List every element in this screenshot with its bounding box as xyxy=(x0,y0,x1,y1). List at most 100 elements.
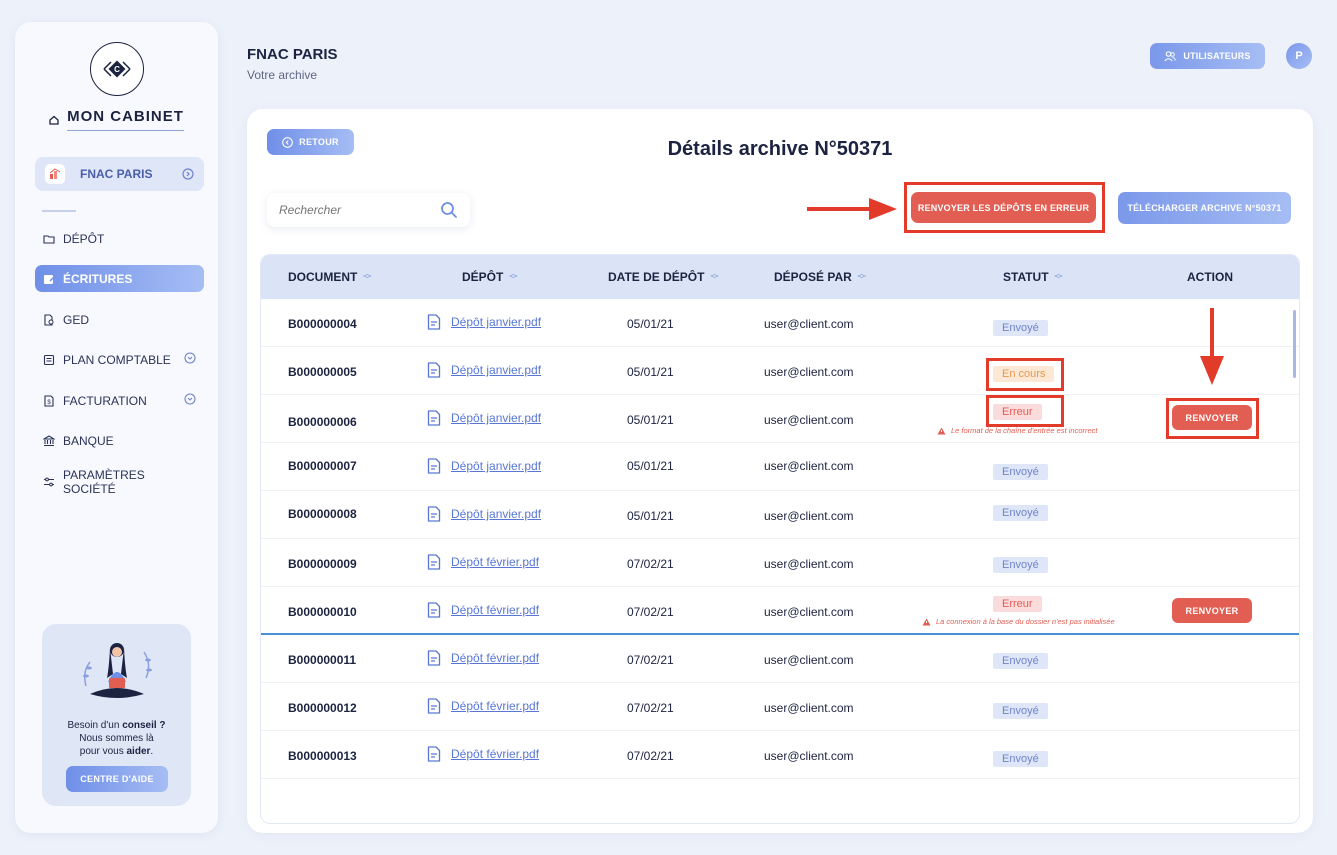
help-text: Besoin d'un conseil ? Nous sommes là pou… xyxy=(42,719,191,758)
table-row[interactable]: B000000009 Dépôt février.pdf 07/02/21 us… xyxy=(261,539,1299,587)
document-search-icon xyxy=(43,313,55,326)
column-date[interactable]: DATE DE DÉPÔT ︿ ﹀ xyxy=(608,255,718,299)
file-cell: Dépôt janvier.pdf xyxy=(427,506,541,522)
status-badge: Envoyé xyxy=(993,751,1048,767)
sort-icon[interactable]: ︿ ﹀ xyxy=(1055,270,1063,284)
document-id: B000000010 xyxy=(288,605,357,619)
search-box[interactable] xyxy=(267,193,470,227)
table-row[interactable]: B000000011 Dépôt février.pdf 07/02/21 us… xyxy=(261,635,1299,683)
sort-icon[interactable]: ︿ ﹀ xyxy=(858,270,866,284)
chevron-down-icon[interactable] xyxy=(184,352,196,367)
users-icon xyxy=(1164,50,1177,61)
download-archive-button[interactable]: TÉLÉCHARGER ARCHIVE N°50371 xyxy=(1118,192,1291,224)
help-line3: pour vous xyxy=(79,746,127,757)
table-row[interactable]: B000000007 Dépôt janvier.pdf 05/01/21 us… xyxy=(261,443,1299,491)
column-document[interactable]: DOCUMENT ︿ ﹀ xyxy=(288,255,371,299)
status-badge: Erreur xyxy=(993,596,1042,612)
sort-icon[interactable]: ︿ ﹀ xyxy=(509,270,517,284)
column-depose-par[interactable]: DÉPOSÉ PAR ︿ ﹀ xyxy=(774,255,866,299)
deposited-by: user@client.com xyxy=(764,509,854,523)
avatar[interactable]: P xyxy=(1286,43,1312,69)
table-row[interactable]: B000000012 Dépôt février.pdf 07/02/21 us… xyxy=(261,683,1299,731)
column-depot[interactable]: DÉPÔT ︿ ﹀ xyxy=(462,255,517,299)
users-button[interactable]: UTILISATEURS xyxy=(1150,43,1265,69)
help-line3-bold: aider xyxy=(126,746,151,757)
help-line1: Besoin d'un xyxy=(67,720,123,731)
nav-item-ecritures[interactable]: ÉCRITURES xyxy=(35,265,204,292)
column-statut[interactable]: STATUT ︿ ﹀ xyxy=(1003,255,1063,299)
sort-icon[interactable]: ︿ ﹀ xyxy=(363,270,371,284)
nav-item-plan-comptable[interactable]: PLAN COMPTABLE xyxy=(35,346,204,373)
nav-label: PARAMÈTRES SOCIÉTÉ xyxy=(63,467,145,496)
file-icon xyxy=(427,554,441,570)
file-link[interactable]: Dépôt janvier.pdf xyxy=(451,459,541,473)
chevron-right-circle-icon xyxy=(182,168,194,180)
help-center-button[interactable]: CENTRE D'AIDE xyxy=(66,766,168,792)
annotation-highlight-status xyxy=(986,395,1064,427)
file-link[interactable]: Dépôt janvier.pdf xyxy=(451,363,541,377)
document-id: B000000012 xyxy=(288,701,357,715)
error-text: Le format de la chaîne d'entrée est inco… xyxy=(951,426,1098,435)
sort-icon[interactable]: ︿ ﹀ xyxy=(710,270,718,284)
page-subtitle: Votre archive xyxy=(247,68,318,82)
table-row[interactable]: B000000008 Dépôt janvier.pdf 05/01/21 us… xyxy=(261,491,1299,539)
nav-item-parametres[interactable]: PARAMÈTRES SOCIÉTÉ xyxy=(35,467,204,496)
file-icon xyxy=(427,650,441,666)
file-cell: Dépôt janvier.pdf xyxy=(427,362,541,378)
file-link[interactable]: Dépôt janvier.pdf xyxy=(451,411,541,425)
file-icon xyxy=(427,362,441,378)
file-cell: Dépôt janvier.pdf xyxy=(427,314,541,330)
table-row[interactable]: B000000005 Dépôt janvier.pdf 05/01/21 us… xyxy=(261,347,1299,395)
deposited-by: user@client.com xyxy=(764,317,854,331)
file-link[interactable]: Dépôt février.pdf xyxy=(451,651,539,665)
nav-item-facturation[interactable]: $ FACTURATION xyxy=(35,387,204,414)
column-label: DOCUMENT xyxy=(288,270,358,284)
deposited-by: user@client.com xyxy=(764,605,854,619)
svg-text:$: $ xyxy=(47,400,51,406)
search-input[interactable] xyxy=(279,203,440,217)
warning-icon xyxy=(937,427,946,434)
table-row[interactable]: B000000004 Dépôt janvier.pdf 05/01/21 us… xyxy=(261,299,1299,347)
file-icon xyxy=(427,458,441,474)
status-badge: Envoyé xyxy=(993,320,1048,336)
table-row[interactable]: B000000010 Dépôt février.pdf 07/02/21 us… xyxy=(261,587,1299,635)
column-label: ACTION xyxy=(1187,270,1233,284)
deposited-by: user@client.com xyxy=(764,701,854,715)
document-id: B000000004 xyxy=(288,317,357,331)
file-icon xyxy=(427,602,441,618)
nav-item-ged[interactable]: GED xyxy=(35,306,204,333)
file-link[interactable]: Dépôt janvier.pdf xyxy=(451,507,541,521)
logo[interactable]: C xyxy=(90,42,144,96)
file-link[interactable]: Dépôt février.pdf xyxy=(451,603,539,617)
file-link[interactable]: Dépôt février.pdf xyxy=(451,555,539,569)
client-selector[interactable]: FNAC PARIS xyxy=(35,157,204,191)
column-label: DÉPOSÉ PAR xyxy=(774,270,852,284)
resend-button[interactable]: RENVOYER xyxy=(1172,598,1252,623)
nav-item-depot[interactable]: DÉPÔT xyxy=(35,225,204,252)
file-link[interactable]: Dépôt février.pdf xyxy=(451,699,539,713)
document-id: B000000007 xyxy=(288,459,357,473)
client-icon xyxy=(45,164,65,184)
column-label: DÉPÔT xyxy=(462,270,504,284)
error-message: La connexion à la base du dossier n'est … xyxy=(922,617,1115,626)
file-link[interactable]: Dépôt janvier.pdf xyxy=(451,315,541,329)
sidebar: C MON CABINET FNAC PARIS DÉPÔT ÉCRITURES… xyxy=(15,22,218,833)
document-id: B000000005 xyxy=(288,365,357,379)
status-badge: Envoyé xyxy=(993,464,1048,480)
help-line3-end: . xyxy=(150,746,154,757)
document-id: B000000008 xyxy=(288,507,357,521)
chevron-down-icon[interactable] xyxy=(184,393,196,408)
error-text: La connexion à la base du dossier n'est … xyxy=(936,617,1115,626)
ledger-icon xyxy=(43,354,55,366)
search-icon[interactable] xyxy=(440,201,458,219)
table-row[interactable]: B000000013 Dépôt février.pdf 07/02/21 us… xyxy=(261,731,1299,779)
resend-errors-button[interactable]: RENVOYER LES DÉPÔTS EN ERREUR xyxy=(911,192,1096,223)
table-scrollbar[interactable] xyxy=(1293,310,1296,378)
status-badge: Envoyé xyxy=(993,557,1048,573)
nav-label: FACTURATION xyxy=(63,393,147,408)
nav-label: ÉCRITURES xyxy=(63,271,133,286)
resend-button[interactable]: RENVOYER xyxy=(1172,405,1252,430)
nav-item-banque[interactable]: BANQUE xyxy=(35,427,204,454)
table-row[interactable]: B000000006 Dépôt janvier.pdf 05/01/21 us… xyxy=(261,395,1299,443)
file-link[interactable]: Dépôt février.pdf xyxy=(451,747,539,761)
